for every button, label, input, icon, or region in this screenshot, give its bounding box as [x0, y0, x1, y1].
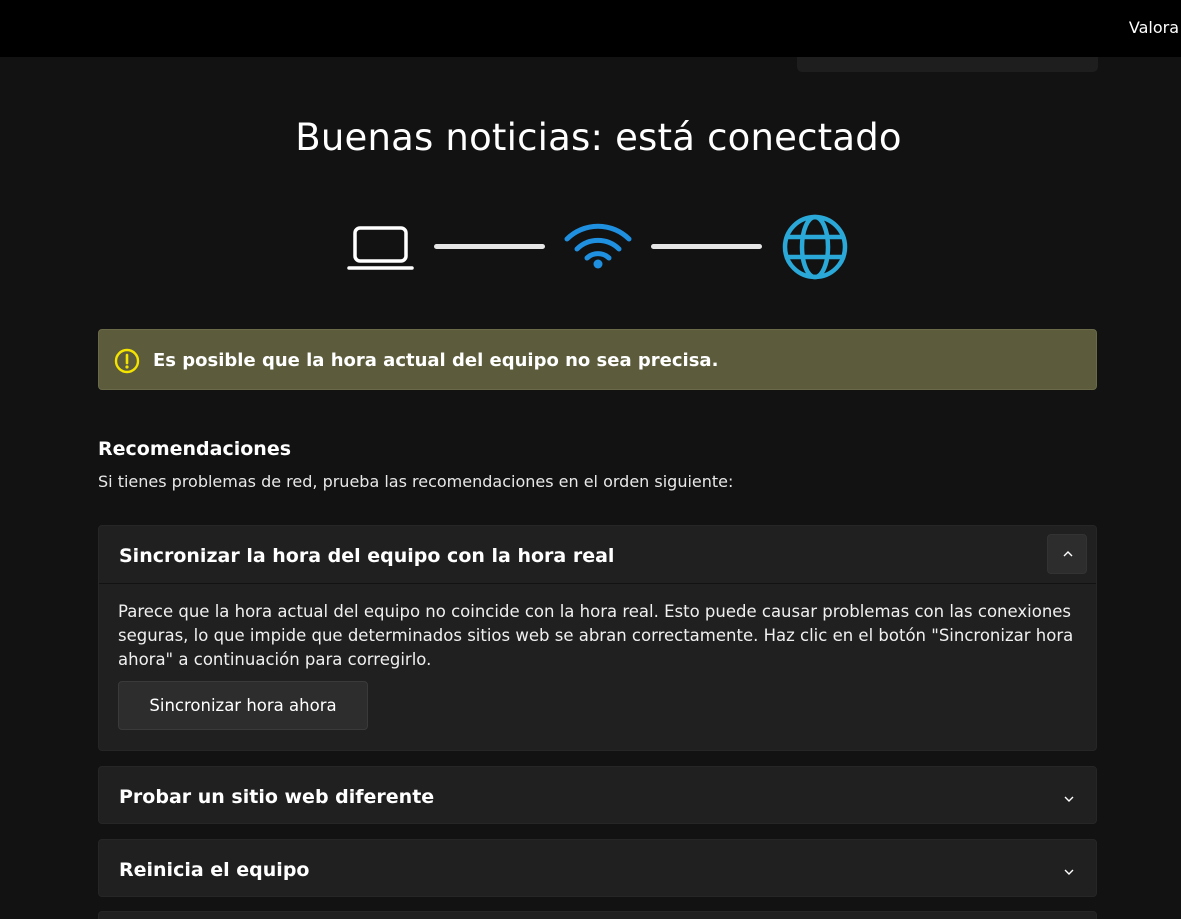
card-title: Probar un sitio web diferente: [119, 786, 435, 808]
warning-icon: [114, 348, 140, 378]
rate-link[interactable]: Valora: [1129, 18, 1179, 37]
connector-line: [651, 244, 762, 249]
laptop-icon: [346, 225, 416, 277]
collapse-button[interactable]: [1047, 534, 1087, 574]
chevron-down-icon[interactable]: [1063, 862, 1075, 881]
page-title: Buenas noticias: está conectado: [295, 116, 902, 159]
top-bar: Valora: [0, 0, 1181, 57]
time-warning-banner: Es posible que la hora actual del equipo…: [98, 329, 1097, 390]
wifi-icon: [562, 219, 634, 275]
recommendation-card-restart[interactable]: Reinicia el equipo: [98, 839, 1097, 897]
chevron-up-icon: [1063, 551, 1073, 557]
sync-time-button[interactable]: Sincronizar hora ahora: [118, 681, 368, 730]
chevron-down-icon[interactable]: [1063, 789, 1075, 808]
recommendation-card-different-website[interactable]: Probar un sitio web diferente: [98, 766, 1097, 824]
recommendation-card-sync-time: Sincronizar la hora del equipo con la ho…: [98, 525, 1097, 751]
recommendations-subtitle: Si tienes problemas de red, prueba las r…: [98, 472, 734, 491]
card-description: Parece que la hora actual del equipo no …: [118, 602, 1074, 669]
card-title: Reinicia el equipo: [119, 859, 310, 881]
connection-status-diagram: [0, 205, 1181, 285]
card-header[interactable]: Sincronizar la hora del equipo con la ho…: [99, 526, 1096, 584]
top-panel-edge: [797, 57, 1098, 72]
recommendation-card-partial: [98, 911, 1097, 919]
globe-icon: [779, 212, 851, 288]
card-title: Sincronizar la hora del equipo con la ho…: [119, 545, 615, 567]
recommendations-title: Recomendaciones: [98, 438, 292, 460]
connector-line: [434, 244, 545, 249]
warning-message: Es posible que la hora actual del equipo…: [153, 350, 719, 371]
